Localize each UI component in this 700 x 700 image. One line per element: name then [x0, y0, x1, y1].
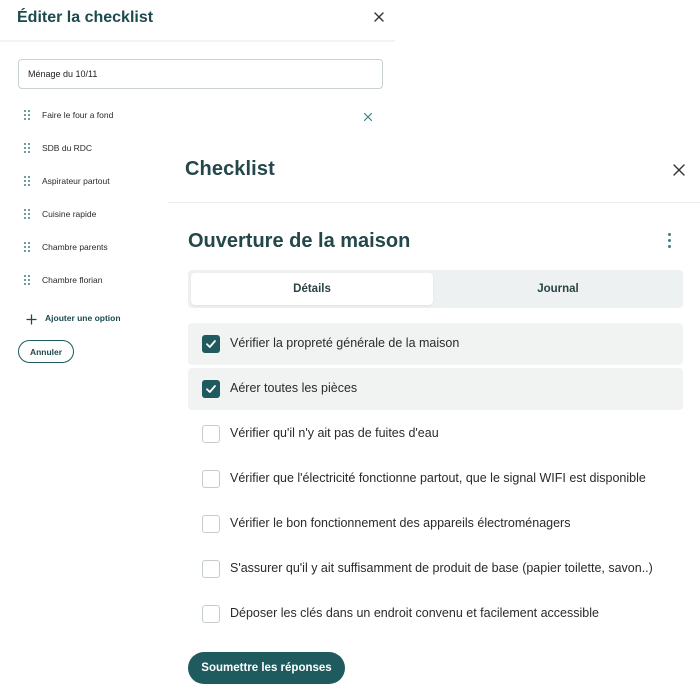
cancel-button[interactable]: Annuler: [18, 340, 74, 363]
checklist-item-label: S'assurer qu'il y ait suffisamment de pr…: [230, 561, 653, 575]
checklist-item-label: Déposer les clés dans un endroit convenu…: [230, 606, 599, 620]
drag-handle-icon[interactable]: [24, 110, 32, 122]
checkbox-unchecked[interactable]: [202, 425, 220, 443]
option-label: Chambre parents: [42, 242, 108, 252]
checkmark-icon: [206, 385, 216, 393]
drag-handle-icon[interactable]: [24, 275, 32, 287]
tab-journal[interactable]: Journal: [436, 273, 680, 305]
option-row[interactable]: Faire le four a fond: [24, 108, 384, 124]
checklist-item-label: Vérifier le bon fonctionnement des appar…: [230, 516, 571, 530]
checkbox-unchecked[interactable]: [202, 470, 220, 488]
more-vertical-icon[interactable]: [666, 233, 674, 251]
checklist-item-label: Vérifier que l'électricité fonctionne pa…: [230, 471, 646, 485]
checklist-item[interactable]: Vérifier le bon fonctionnement des appar…: [188, 503, 683, 545]
edit-panel-title: Éditer la checklist: [17, 9, 154, 26]
checkbox-checked[interactable]: [202, 335, 220, 353]
checklist-item[interactable]: Vérifier qu'il n'y ait pas de fuites d'e…: [188, 413, 683, 455]
checklist-item-label: Aérer toutes les pièces: [230, 381, 358, 395]
remove-option-icon[interactable]: [363, 109, 373, 122]
option-label: Cuisine rapide: [42, 209, 97, 219]
tab-details[interactable]: Détails: [191, 273, 433, 305]
drag-handle-icon[interactable]: [24, 242, 32, 254]
checklist-item-label: Vérifier qu'il n'y ait pas de fuites d'e…: [230, 426, 439, 440]
checkbox-unchecked[interactable]: [202, 560, 220, 578]
checkbox-unchecked[interactable]: [202, 515, 220, 533]
close-icon[interactable]: [672, 163, 686, 177]
checkmark-icon: [206, 340, 216, 348]
checklist-name-field[interactable]: [18, 59, 383, 89]
tab-bar: Détails Journal: [188, 270, 683, 308]
drag-handle-icon[interactable]: [24, 176, 32, 188]
plus-icon: [26, 312, 37, 325]
add-option-button[interactable]: Ajouter une option: [26, 311, 146, 327]
checkbox-checked[interactable]: [202, 380, 220, 398]
submit-responses-button[interactable]: Soumettre les réponses: [188, 652, 345, 684]
checklist-panel: Checklist Ouverture de la maison Détails…: [168, 145, 700, 700]
drag-handle-icon[interactable]: [24, 209, 32, 221]
drag-handle-icon[interactable]: [24, 143, 32, 155]
checkbox-unchecked[interactable]: [202, 605, 220, 623]
option-label: Chambre florian: [42, 275, 103, 285]
edit-panel-header: Éditer la checklist: [0, 0, 395, 42]
checklist-panel-title: Checklist: [185, 158, 275, 180]
checklist-item[interactable]: Vérifier la propreté générale de la mais…: [188, 323, 683, 365]
checklist-item[interactable]: Aérer toutes les pièces: [188, 368, 683, 410]
add-option-label: Ajouter une option: [45, 313, 121, 323]
option-label: SDB du RDC: [42, 143, 93, 153]
checklist-item[interactable]: Vérifier que l'électricité fonctionne pa…: [188, 458, 683, 500]
checklist-panel-header: Checklist: [168, 145, 700, 203]
option-label: Faire le four a fond: [42, 110, 114, 120]
option-label: Aspirateur partout: [42, 176, 110, 186]
close-icon[interactable]: [372, 10, 386, 24]
checklist-item[interactable]: S'assurer qu'il y ait suffisamment de pr…: [188, 548, 683, 590]
checklist-item-label: Vérifier la propreté générale de la mais…: [230, 336, 460, 350]
checklist-item[interactable]: Déposer les clés dans un endroit convenu…: [188, 593, 683, 635]
checklist-form-title: Ouverture de la maison: [188, 230, 411, 252]
